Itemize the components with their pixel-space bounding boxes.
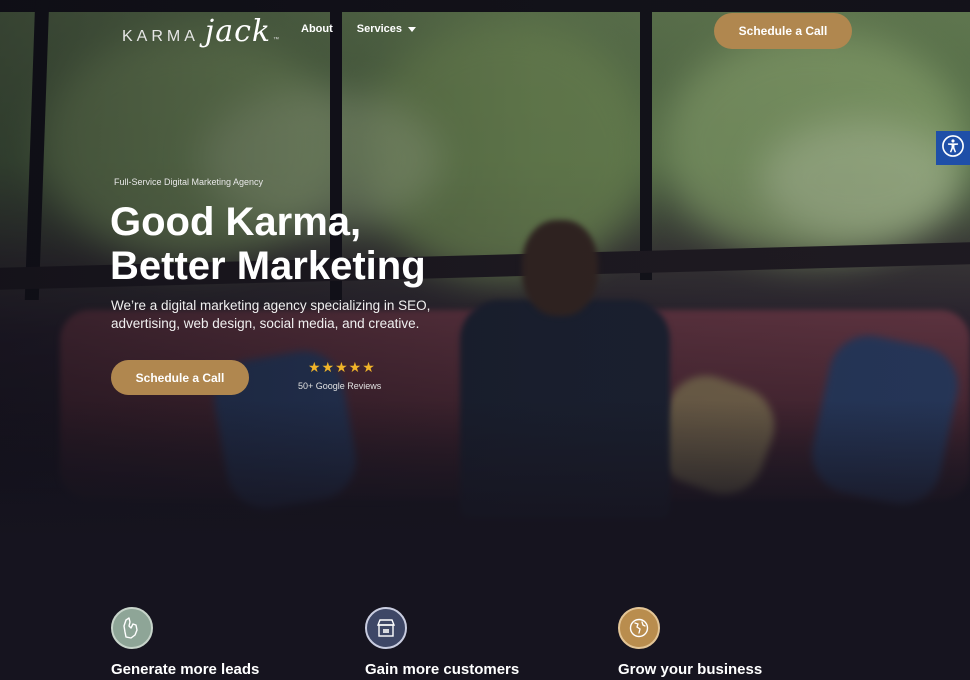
feature-gain-customers: Gain more customers <box>365 607 519 678</box>
hero-headline: Good Karma, Better Marketing <box>110 200 530 288</box>
logo-trademark: ™ <box>273 37 280 43</box>
star-rating-icon: ★★★★★ <box>308 359 376 375</box>
accessibility-icon <box>942 134 964 162</box>
michigan-map-icon <box>111 607 153 649</box>
schedule-call-button-hero[interactable]: Schedule a Call <box>111 360 249 395</box>
feature-title: Gain more customers <box>365 661 520 678</box>
nav-services[interactable]: Services <box>356 23 417 35</box>
hero-eyebrow: Full-Service Digital Marketing Agency <box>114 177 264 187</box>
accessibility-button[interactable] <box>936 131 970 165</box>
schedule-call-button-header[interactable]: Schedule a Call <box>714 13 852 49</box>
hero-headline-line2: Better Marketing <box>110 244 426 288</box>
chevron-down-icon <box>408 26 417 32</box>
feature-title: Grow your business <box>618 661 763 678</box>
nav-about[interactable]: About <box>301 23 333 35</box>
hero-fade <box>0 400 970 540</box>
logo-wordmark-karma: KARMA <box>122 28 199 45</box>
feature-generate-leads: Generate more leads <box>111 607 259 678</box>
feature-title: Generate more leads <box>111 661 260 678</box>
feature-grow-business: Grow your business <box>618 607 762 678</box>
hero-subtext: We’re a digital marketing agency special… <box>111 298 431 331</box>
google-reviews-link[interactable]: 50+ Google Reviews <box>298 381 381 391</box>
nav-about-label: About <box>301 23 333 35</box>
hero-headline-line1: Good Karma, <box>110 200 362 244</box>
logo-wordmark-jack: jack <box>204 14 272 49</box>
storefront-icon <box>365 607 407 649</box>
nav-services-label: Services <box>356 23 403 35</box>
globe-icon <box>618 607 660 649</box>
site-logo[interactable]: KARMA jack ™ <box>122 14 279 49</box>
main-nav: About Services <box>301 23 417 35</box>
